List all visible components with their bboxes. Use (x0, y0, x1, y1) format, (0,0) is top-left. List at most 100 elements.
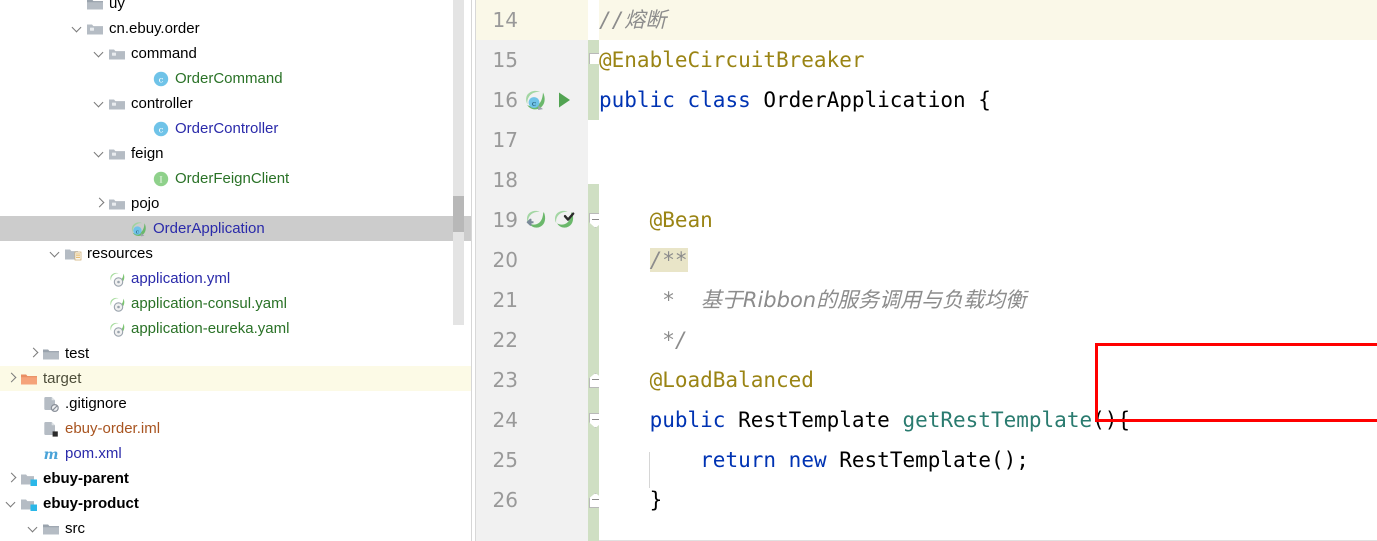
chevron-down-icon[interactable] (48, 241, 64, 266)
java-interface-icon: I (152, 170, 170, 188)
code-line[interactable] (599, 160, 1377, 200)
code-token: new (788, 448, 827, 472)
gutter-line[interactable]: 24 (472, 400, 588, 440)
gutter-line[interactable]: 22 (472, 320, 588, 360)
twisty-spacer (136, 66, 152, 91)
gutter-line[interactable]: 20 (472, 240, 588, 280)
code-line[interactable]: @Bean (599, 200, 1377, 240)
tree-row[interactable]: c OrderCommand (0, 66, 472, 91)
code-line[interactable]: //熔断 (599, 0, 1377, 40)
yaml-spring-icon (108, 320, 126, 338)
tree-row[interactable]: controller (0, 91, 472, 116)
svg-text:m: m (44, 447, 59, 463)
code-token: */ (599, 328, 688, 352)
package-folder-icon (108, 45, 126, 63)
code-line[interactable]: } (599, 480, 1377, 520)
line-number: 20 (492, 248, 518, 272)
tree-row[interactable]: ebuy-order.iml (0, 416, 472, 441)
chevron-right-icon[interactable] (26, 341, 42, 366)
editor-gutter[interactable]: 14 15 16 c 17 18 19 20 21 22 23 24 25 26 (472, 0, 588, 541)
line-number: 15 (492, 48, 518, 72)
ide-window: uy cn.ebuy.order command c OrderCommand contr… (0, 0, 1377, 541)
tree-row-label: ebuy-parent (43, 470, 129, 487)
tree-row[interactable]: uy (0, 0, 472, 16)
tree-row[interactable]: test (0, 341, 472, 366)
tree-row[interactable]: feign (0, 141, 472, 166)
editor-pane[interactable]: 14 15 16 c 17 18 19 20 21 22 23 24 25 26 //熔断 @EnableC… (472, 0, 1377, 541)
tree-row-label: OrderCommand (175, 70, 283, 87)
change-marker-column[interactable] (588, 0, 602, 541)
tree-row[interactable]: ebuy-product (0, 491, 472, 516)
gutter-line[interactable]: 15 (472, 40, 588, 80)
gutter-line[interactable]: 19 (472, 200, 588, 240)
twisty-spacer (26, 391, 42, 416)
gutter-line[interactable]: 23 (472, 360, 588, 400)
chevron-right-icon[interactable] (4, 366, 20, 391)
gutter-line[interactable]: 18 (472, 160, 588, 200)
chevron-down-icon[interactable] (4, 491, 20, 516)
code-line[interactable]: /** (599, 240, 1377, 280)
tree-row-label: pom.xml (65, 445, 122, 462)
gutter-line[interactable]: 21 (472, 280, 588, 320)
code-line[interactable]: @LoadBalanced (599, 360, 1377, 400)
tree-scrollbar-track[interactable] (453, 0, 464, 325)
tree-row[interactable]: application-consul.yaml (0, 291, 472, 316)
bean-checked-icon[interactable] (552, 208, 576, 232)
gutter-line[interactable]: 25 (472, 440, 588, 480)
tree-row[interactable]: application.yml (0, 266, 472, 291)
tree-row[interactable]: c OrderApplication (0, 216, 472, 241)
tree-row[interactable]: application-eureka.yaml (0, 316, 472, 341)
chevron-down-icon[interactable] (92, 41, 108, 66)
tree-scrollbar-thumb[interactable] (453, 196, 464, 232)
project-tree[interactable]: uy cn.ebuy.order command c OrderCommand contr… (0, 0, 472, 541)
tree-row[interactable]: .gitignore (0, 391, 472, 416)
line-number: 26 (492, 488, 518, 512)
code-line[interactable]: public RestTemplate getRestTemplate(){ (599, 400, 1377, 440)
code-line[interactable]: */ (599, 320, 1377, 360)
tree-row-label: ebuy-order.iml (65, 420, 161, 437)
tree-row[interactable]: pojo (0, 191, 472, 216)
gutter-icon-group[interactable]: c (524, 88, 576, 112)
run-triangle-icon[interactable] (552, 88, 576, 112)
code-token: return (700, 448, 777, 472)
code-line[interactable]: @EnableCircuitBreaker (599, 40, 1377, 80)
tree-row[interactable]: resources (0, 241, 472, 266)
tree-row[interactable]: cn.ebuy.order (0, 16, 472, 41)
chevron-down-icon[interactable] (92, 91, 108, 116)
spring-bean-class-icon[interactable]: c (524, 88, 548, 112)
gutter-line[interactable]: 14 (472, 0, 588, 40)
twisty-spacer (92, 266, 108, 291)
tree-row[interactable]: command (0, 41, 472, 66)
gutter-icon-group[interactable] (524, 208, 576, 232)
tree-row-label: OrderApplication (153, 220, 265, 237)
code-line[interactable]: * 基于Ribbon的服务调用与负载均衡 (599, 280, 1377, 320)
change-marker-gap (588, 120, 599, 184)
gutter-line[interactable]: 26 (472, 480, 588, 520)
tree-row-label: resources (87, 245, 153, 262)
chevron-down-icon[interactable] (70, 16, 86, 41)
module-folder-icon (20, 495, 38, 513)
tree-row[interactable]: target (0, 366, 472, 391)
line-number: 22 (492, 328, 518, 352)
code-line[interactable]: return new RestTemplate(); (599, 440, 1377, 480)
chevron-right-icon[interactable] (92, 191, 108, 216)
bean-injection-icon[interactable] (524, 208, 548, 232)
code-text-area[interactable]: //熔断 @EnableCircuitBreaker public class Or… (599, 0, 1377, 541)
gutter-line[interactable]: 17 (472, 120, 588, 160)
gutter-line[interactable]: 16 c (472, 80, 588, 120)
chevron-down-icon[interactable] (92, 141, 108, 166)
tree-row[interactable]: c OrderController (0, 116, 472, 141)
code-line[interactable]: public class OrderApplication { (599, 80, 1377, 120)
chevron-down-icon[interactable] (26, 516, 42, 541)
twisty-spacer (26, 416, 42, 441)
chevron-right-icon[interactable] (4, 466, 20, 491)
tree-row[interactable]: I OrderFeignClient (0, 166, 472, 191)
line-number: 14 (492, 8, 518, 32)
project-tool-window[interactable]: uy cn.ebuy.order command c OrderCommand contr… (0, 0, 472, 541)
tree-row[interactable]: ebuy-parent (0, 466, 472, 491)
tree-row[interactable]: m pom.xml (0, 441, 472, 466)
tree-row[interactable]: src (0, 516, 472, 541)
code-line[interactable] (599, 120, 1377, 160)
